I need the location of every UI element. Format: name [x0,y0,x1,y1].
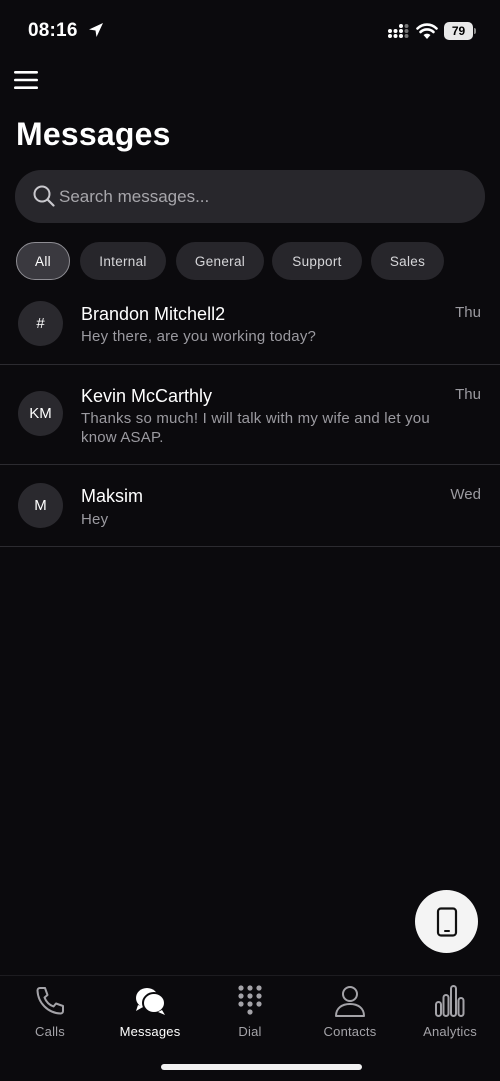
dialpad-icon [238,985,262,1015]
tab-label: Analytics [423,1024,477,1039]
status-time: 08:16 [28,20,78,41]
status-bar: 08:16 79 [0,0,500,60]
message-row[interactable]: # Brandon Mitchell2 Hey there, are you w… [0,290,500,365]
home-indicator [161,1064,362,1070]
message-preview: Thanks so much! I will talk with my wife… [81,410,430,446]
search-icon [33,185,55,207]
message-row[interactable]: KM Kevin McCarthly Thanks so much! I wil… [0,365,500,465]
message-preview: Hey there, are you working today? [81,328,317,345]
message-sender: Maksim [81,486,143,506]
battery-tip [474,28,476,34]
message-time: Wed [450,486,481,503]
tab-label: Contacts [323,1024,377,1039]
search-input[interactable] [59,170,459,223]
phone-icon [36,987,64,1015]
tab-analytics[interactable]: Analytics [400,976,500,1046]
wifi-icon [416,23,438,39]
cellular-signal-icon [388,24,409,38]
message-preview: Hey [81,511,109,528]
battery-indicator: 79 [444,22,476,40]
tab-label: Dial [238,1024,262,1039]
mobile-phone-icon [436,906,457,937]
avatar: KM [18,391,63,436]
tab-label: Calls [35,1024,65,1039]
battery-level: 79 [444,22,473,40]
tab-contacts[interactable]: Contacts [300,976,400,1046]
bar-chart-icon [435,985,465,1017]
filter-chip-all[interactable]: All [16,242,70,280]
filter-chip-sales[interactable]: Sales [371,242,444,280]
message-list: # Brandon Mitchell2 Hey there, are you w… [0,290,500,547]
page-title: Messages [16,116,171,152]
person-icon [335,986,365,1017]
location-arrow-icon [89,23,103,37]
search-bar[interactable] [15,170,485,223]
filter-chip-general[interactable]: General [176,242,264,280]
message-sender: Kevin McCarthly [81,386,213,406]
new-message-fab[interactable] [415,890,478,953]
tab-calls[interactable]: Calls [0,976,100,1046]
message-time: Thu [455,386,481,403]
message-row[interactable]: M Maksim Hey Wed [0,465,500,547]
avatar: M [18,483,63,528]
tab-messages[interactable]: Messages [100,976,200,1046]
chat-bubbles-icon [136,988,166,1015]
tab-label: Messages [119,1024,181,1039]
message-time: Thu [455,304,481,321]
hamburger-menu-icon[interactable] [14,70,38,90]
message-sender: Brandon Mitchell2 [81,304,226,324]
tab-dial[interactable]: Dial [200,976,300,1046]
filter-chip-support[interactable]: Support [272,242,362,280]
filter-chip-internal[interactable]: Internal [80,242,166,280]
filter-chips: All Internal General Support Sales [0,242,500,282]
avatar: # [18,301,63,346]
